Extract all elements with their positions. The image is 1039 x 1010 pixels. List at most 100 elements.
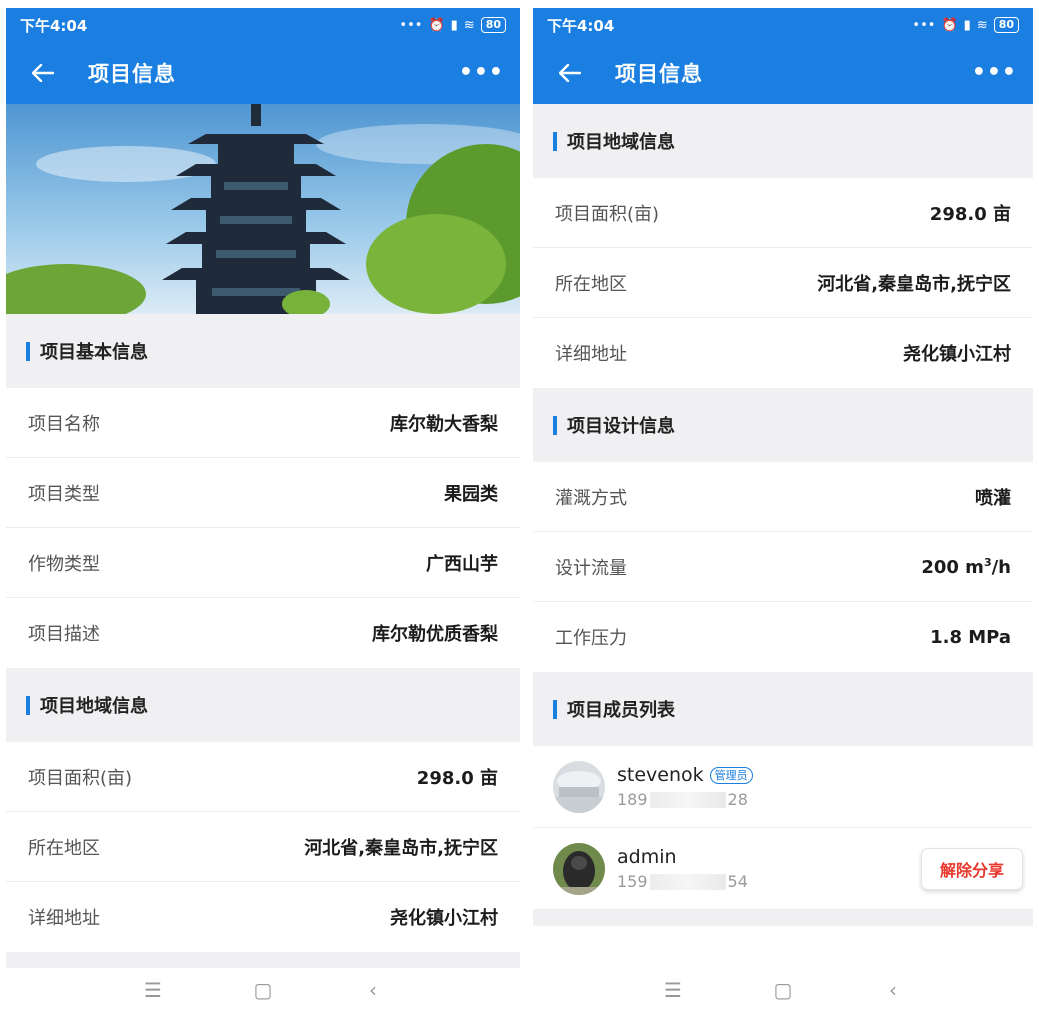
section-title: 项目地域信息: [40, 696, 148, 717]
battery-icon: 80: [993, 17, 1019, 33]
section-title: 项目地域信息: [567, 132, 675, 153]
row-value: 尧化镇小江村: [903, 344, 1011, 365]
row-label: 工作压力: [555, 628, 627, 649]
more-status-icon: •••: [399, 17, 423, 33]
app-bar: 项目信息 •••: [533, 42, 1033, 104]
project-banner-image: [6, 104, 520, 314]
chevron-left-icon[interactable]: ‹: [881, 978, 905, 1002]
app-bar: 项目信息 •••: [6, 42, 520, 104]
system-nav-bar: ☰ ▢ ‹: [6, 970, 520, 1010]
system-nav-bar: ☰ ▢ ‹: [533, 970, 1033, 1010]
info-row-project-name: 项目名称 库尔勒大香梨: [6, 388, 520, 458]
member-name: admin: [617, 846, 677, 868]
row-label: 详细地址: [28, 908, 100, 929]
chevron-left-icon[interactable]: ‹: [361, 978, 385, 1002]
section-accent-bar: [553, 415, 557, 435]
alarm-icon: ⏰: [428, 17, 445, 33]
status-icons: ••• ⏰ ▮ ≋ 80: [399, 17, 506, 33]
row-label: 详细地址: [555, 344, 627, 365]
row-label: 项目面积(亩): [555, 203, 660, 225]
member-phone: 189 28: [617, 790, 1023, 809]
section-header-region: 项目地域信息: [533, 104, 1033, 178]
row-value: 喷灌: [975, 487, 1011, 509]
region-info-list: 项目面积(亩) 298.0 亩 所在地区 河北省,秦皇岛市,抚宁区 详细地址 尧…: [533, 178, 1033, 388]
info-row-pressure: 工作压力 1.8 MPa: [533, 602, 1033, 672]
section-title: 项目成员列表: [567, 700, 675, 721]
status-bar: 下午4:04 ••• ⏰ ▮ ≋ 80: [6, 8, 520, 42]
member-list: stevenok 管理员 189 28 admin 159 54 解除分享: [533, 746, 1033, 910]
phone-right: 下午4:04 ••• ⏰ ▮ ≋ 80 项目信息 ••• 项目地域信息 项目面积…: [533, 8, 1033, 1010]
menu-icon[interactable]: ☰: [661, 978, 685, 1002]
info-row-crop-type: 作物类型 广西山芋: [6, 528, 520, 598]
more-dots-icon[interactable]: •••: [972, 62, 1017, 84]
section-title: 项目设计信息: [567, 416, 675, 437]
member-name: stevenok: [617, 764, 704, 786]
status-icons: ••• ⏰ ▮ ≋ 80: [912, 17, 1019, 33]
row-value: 库尔勒大香梨: [390, 413, 498, 435]
row-label: 项目名称: [28, 413, 100, 435]
row-value: 河北省,秦皇岛市,抚宁区: [817, 273, 1011, 295]
row-value: 298.0 亩: [929, 203, 1011, 225]
row-label: 项目描述: [28, 624, 100, 645]
info-row-area: 项目面积(亩) 298.0 亩: [533, 178, 1033, 248]
row-value: 河北省,秦皇岛市,抚宁区: [304, 837, 498, 859]
status-time: 下午4:04: [20, 16, 88, 35]
row-label: 项目类型: [28, 483, 100, 505]
row-label: 设计流量: [555, 557, 627, 579]
section-header-region: 项目地域信息: [6, 668, 520, 742]
row-label: 作物类型: [28, 553, 100, 575]
phone-tail: 54: [727, 872, 748, 891]
avatar: [553, 760, 605, 813]
section-header-design: 项目设计信息: [533, 388, 1033, 462]
menu-icon[interactable]: ☰: [141, 978, 165, 1002]
alarm-icon: ⏰: [941, 17, 958, 33]
member-phone: 159 54: [617, 872, 921, 891]
square-home-icon[interactable]: ▢: [771, 978, 795, 1002]
phone-head: 189: [617, 790, 648, 809]
info-row-irrigation: 灌溉方式 喷灌: [533, 462, 1033, 532]
section-accent-bar: [553, 699, 557, 719]
row-value: 1.8 MPa: [930, 626, 1011, 648]
row-value: 库尔勒优质香梨: [372, 624, 498, 645]
phone-left: 下午4:04 ••• ⏰ ▮ ≋ 80 项目信息 ••• 项目基本信息 项目名称…: [6, 8, 520, 1010]
row-value: 果园类: [444, 483, 498, 505]
member-item-admin[interactable]: admin 159 54 解除分享: [533, 828, 1033, 910]
pagoda-illustration: [6, 104, 520, 314]
member-item-stevenok[interactable]: stevenok 管理员 189 28: [533, 746, 1033, 828]
status-time: 下午4:04: [547, 16, 615, 35]
section-accent-bar: [26, 341, 30, 361]
row-label: 项目面积(亩): [28, 767, 133, 789]
signal-icon: ▮: [450, 17, 458, 33]
square-home-icon[interactable]: ▢: [251, 978, 275, 1002]
info-row-flow: 设计流量 200 m3/h: [533, 532, 1033, 602]
arrow-left-icon[interactable]: [28, 58, 58, 88]
row-value-flow: 200 m3/h: [921, 556, 1011, 578]
design-info-list: 灌溉方式 喷灌 设计流量 200 m3/h 工作压力 1.8 MPa: [533, 462, 1033, 672]
info-row-project-type: 项目类型 果园类: [6, 458, 520, 528]
phone-head: 159: [617, 872, 648, 891]
member-name-row: stevenok 管理员: [617, 764, 1023, 786]
avatar: [553, 842, 605, 895]
phone-mask: [649, 873, 726, 890]
page-title: 项目信息: [615, 62, 703, 86]
more-dots-icon[interactable]: •••: [459, 62, 504, 84]
section-gap: [6, 952, 520, 968]
unshare-button[interactable]: 解除分享: [920, 847, 1023, 890]
page-title: 项目信息: [88, 62, 176, 86]
arrow-left-icon[interactable]: [555, 58, 585, 88]
row-label: 灌溉方式: [555, 487, 627, 509]
role-badge: 管理员: [709, 766, 753, 784]
info-row-address: 详细地址 尧化镇小江村: [6, 882, 520, 952]
section-accent-bar: [553, 131, 557, 151]
row-value: 298.0 亩: [416, 767, 498, 789]
info-row-description: 项目描述 库尔勒优质香梨: [6, 598, 520, 668]
info-row-district: 所在地区 河北省,秦皇岛市,抚宁区: [533, 248, 1033, 318]
flow-value: 200 m: [921, 556, 984, 578]
row-label: 所在地区: [555, 273, 627, 295]
section-header-members: 项目成员列表: [533, 672, 1033, 746]
flow-unit-sup: 3: [983, 555, 992, 569]
member-name-row: admin: [617, 846, 921, 868]
info-row-district: 所在地区 河北省,秦皇岛市,抚宁区: [6, 812, 520, 882]
region-info-list: 项目面积(亩) 298.0 亩 所在地区 河北省,秦皇岛市,抚宁区 详细地址 尧…: [6, 742, 520, 952]
phone-tail: 28: [727, 790, 748, 809]
